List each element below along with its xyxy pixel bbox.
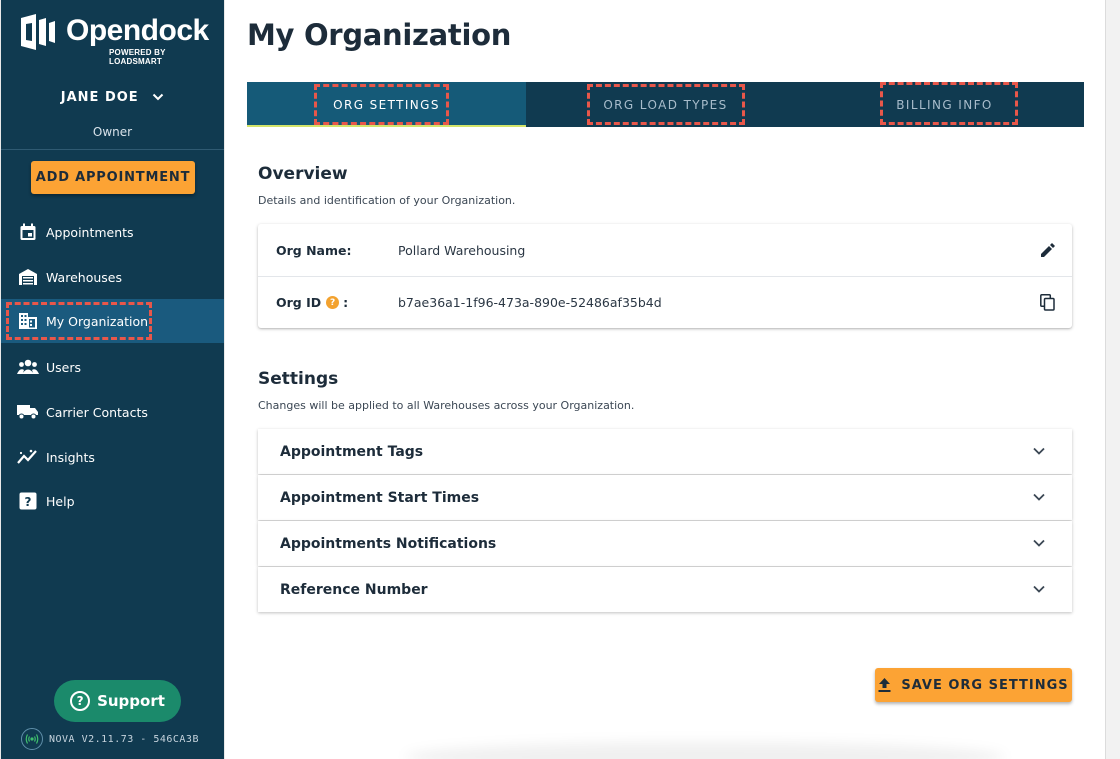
app-version: NOVA V2.11.73 - 546CA3B — [21, 728, 199, 750]
overview-card: Org Name: Pollard Warehousing Org ID ? :… — [258, 224, 1072, 328]
upload-icon — [878, 678, 891, 692]
sidebar-item-label: Insights — [46, 449, 95, 465]
panel-title: Reference Number — [280, 581, 428, 598]
chevron-down-icon — [1032, 444, 1046, 462]
version-text: NOVA V2.11.73 - 546CA3B — [49, 733, 199, 745]
org-id-value: b7ae36a1-1f96-473a-890e-52486af35b4d — [398, 295, 662, 310]
panel-title: Appointments Notifications — [280, 535, 497, 552]
svg-text:?: ? — [25, 495, 32, 509]
building-icon — [17, 310, 39, 332]
save-label: SAVE ORG SETTINGS — [901, 677, 1069, 693]
tab-org-load-types[interactable]: ORG LOAD TYPES — [526, 82, 805, 127]
sidebar-item-label: Help — [46, 493, 75, 509]
chevron-down-icon — [1032, 490, 1046, 508]
sidebar-item-help[interactable]: ? Help — [1, 479, 224, 523]
tab-label: ORG SETTINGS — [333, 97, 440, 112]
add-appointment-button[interactable]: ADD APPOINTMENT — [31, 161, 195, 194]
copy-icon[interactable] — [1038, 294, 1056, 312]
org-id-label-group: Org ID ? : — [276, 295, 348, 310]
support-label: Support — [97, 692, 165, 710]
panel-title: Appointment Tags — [280, 443, 424, 460]
sidebar-item-label: Appointments — [46, 224, 134, 240]
main-content: My Organization ORG SETTINGS ORG LOAD TY… — [225, 0, 1105, 759]
user-role: Owner — [92, 125, 133, 139]
help-icon: ? — [17, 490, 39, 512]
sidebar-item-insights[interactable]: Insights — [1, 435, 224, 479]
overview-subtitle: Details and identification of your Organ… — [258, 194, 516, 207]
overview-title: Overview — [258, 164, 348, 184]
user-menu[interactable]: JANE DOE — [1, 90, 224, 105]
edit-pencil-icon[interactable] — [1038, 241, 1056, 259]
panel-appointment-tags[interactable]: Appointment Tags — [258, 429, 1072, 474]
calendar-icon — [17, 221, 39, 243]
panel-appointment-start-times[interactable]: Appointment Start Times — [258, 475, 1072, 520]
question-circle-icon: ? — [70, 691, 91, 711]
chevron-down-icon — [1032, 582, 1046, 600]
save-org-settings-button[interactable]: SAVE ORG SETTINGS — [875, 668, 1072, 702]
sidebar-item-users[interactable]: Users — [1, 345, 224, 389]
support-button[interactable]: ? Support — [54, 680, 181, 722]
page-title: My Organization — [247, 18, 512, 52]
sidebar-item-label: Carrier Contacts — [46, 404, 148, 420]
insights-icon — [17, 446, 39, 468]
sidebar-item-carrier-contacts[interactable]: Carrier Contacts — [1, 390, 224, 434]
help-circle-icon[interactable]: ? — [326, 296, 340, 309]
tab-bar: ORG SETTINGS ORG LOAD TYPES BILLING INFO — [247, 82, 1084, 127]
org-id-row: Org ID ? : b7ae36a1-1f96-473a-890e-52486… — [258, 276, 1072, 328]
app-window: Opendock POWERED BY LOADSMART JANE DOE O… — [0, 0, 1120, 759]
settings-subtitle: Changes will be applied to all Warehouse… — [258, 399, 635, 412]
footer-shadow — [405, 742, 1005, 759]
brand-tagline: POWERED BY LOADSMART — [109, 48, 166, 66]
sidebar-item-label: Warehouses — [46, 269, 122, 285]
tab-billing-info[interactable]: BILLING INFO — [805, 82, 1084, 127]
tab-org-settings[interactable]: ORG SETTINGS — [247, 82, 526, 127]
brand-logo[interactable]: Opendock POWERED BY LOADSMART — [18, 12, 213, 66]
sidebar: Opendock POWERED BY LOADSMART JANE DOE O… — [1, 0, 224, 759]
org-name-row: Org Name: Pollard Warehousing — [258, 224, 1072, 276]
sidebar-item-my-organization[interactable]: My Organization — [1, 299, 224, 343]
broadcast-icon — [21, 728, 43, 750]
settings-title: Settings — [258, 369, 339, 389]
panel-title: Appointment Start Times — [280, 489, 480, 506]
users-icon — [17, 356, 39, 378]
scrollbar-track[interactable] — [1105, 0, 1120, 759]
sidebar-item-appointments[interactable]: Appointments — [1, 210, 224, 254]
panel-reference-number[interactable]: Reference Number — [258, 567, 1072, 612]
truck-icon — [17, 401, 39, 423]
sidebar-item-label: My Organization — [46, 313, 149, 329]
org-id-colon: : — [343, 295, 349, 310]
org-name-value: Pollard Warehousing — [398, 242, 526, 258]
sidebar-item-warehouses[interactable]: Warehouses — [1, 255, 224, 299]
panel-appointments-notifications[interactable]: Appointments Notifications — [258, 521, 1072, 566]
tab-label: BILLING INFO — [896, 97, 993, 112]
org-name-label: Org Name: — [276, 242, 352, 258]
warehouse-icon — [17, 266, 39, 288]
chevron-down-icon — [1032, 536, 1046, 554]
chevron-down-icon — [152, 90, 164, 105]
opendock-logo-icon — [21, 14, 55, 50]
org-id-label: Org ID — [276, 295, 322, 310]
user-name: JANE DOE — [60, 90, 139, 105]
tab-label: ORG LOAD TYPES — [603, 97, 728, 112]
sidebar-divider — [1, 149, 224, 150]
sidebar-item-label: Users — [46, 359, 82, 375]
brand-name: Opendock — [66, 14, 209, 47]
